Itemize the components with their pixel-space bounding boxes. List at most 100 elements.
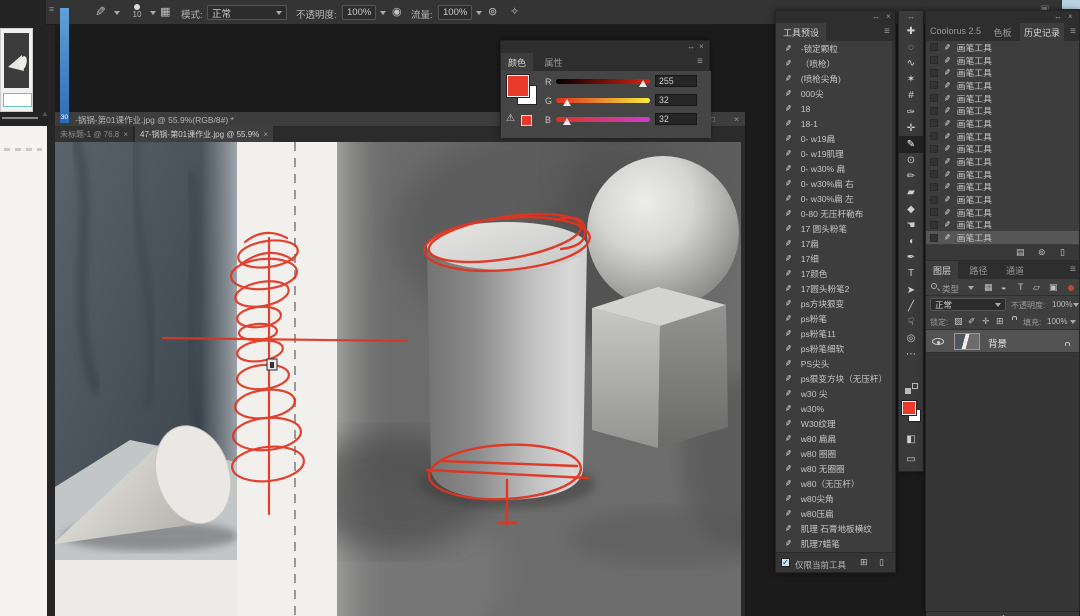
- preset-item[interactable]: ✎ w30%: [776, 401, 892, 416]
- smoothing-icon[interactable]: ✧: [510, 5, 519, 18]
- preset-item[interactable]: ✎ -锁定颗粒: [776, 41, 892, 56]
- history-entry[interactable]: ✎ 画笔工具: [926, 206, 1079, 219]
- layer-visibility-eye-icon[interactable]: [932, 338, 944, 345]
- history-entry[interactable]: ✎ 画笔工具: [926, 54, 1079, 67]
- collapse-icon[interactable]: ↔: [687, 41, 695, 53]
- delete-preset-icon[interactable]: ▯: [879, 557, 884, 568]
- history-source-well[interactable]: [930, 56, 938, 64]
- tab-layers[interactable]: 图层: [926, 261, 958, 281]
- lock-pixels-icon[interactable]: ✐: [968, 316, 976, 327]
- collapse-icon[interactable]: ↔: [1054, 11, 1062, 23]
- preset-item[interactable]: ✎ 17扁: [776, 236, 892, 251]
- tool-button[interactable]: ◎: [899, 331, 923, 347]
- preset-item[interactable]: ✎ PS尖头: [776, 356, 892, 371]
- tab-tool-presets[interactable]: 工具预设: [776, 23, 826, 43]
- tool-button[interactable]: ╱: [899, 298, 923, 314]
- g-slider-thumb[interactable]: [563, 99, 571, 106]
- preset-item[interactable]: ✎ 0- w30%扁 左: [776, 191, 892, 206]
- history-source-well[interactable]: [930, 132, 938, 140]
- history-source-well[interactable]: [930, 119, 938, 127]
- preset-item[interactable]: ✎ ps方块狠变: [776, 296, 892, 311]
- tab-channels[interactable]: 通道: [999, 261, 1031, 281]
- tool-button[interactable]: ➤: [899, 282, 923, 298]
- gamut-color-swatch[interactable]: [521, 115, 532, 126]
- history-source-well[interactable]: [930, 158, 938, 166]
- reference-thumbnail[interactable]: [4, 33, 29, 88]
- tool-button[interactable]: T: [899, 266, 923, 282]
- preset-item[interactable]: ✎ w80 无圈圈: [776, 461, 892, 476]
- history-source-well[interactable]: [930, 107, 938, 115]
- filter-type-label[interactable]: 类型: [942, 283, 959, 295]
- tool-button[interactable]: ▰: [899, 185, 923, 201]
- history-entry[interactable]: ✎ 画笔工具: [926, 79, 1079, 92]
- foreground-color-well[interactable]: [902, 401, 916, 415]
- tab-swatches[interactable]: 色板: [989, 23, 1015, 43]
- preset-item[interactable]: ✎ 0- w19扁: [776, 131, 892, 146]
- pressure-opacity-icon[interactable]: ◉: [392, 5, 402, 18]
- preset-item[interactable]: ✎ 0- w19肌理: [776, 146, 892, 161]
- preset-item[interactable]: ✎ w80 扁扁: [776, 431, 892, 446]
- opacity-caret-icon[interactable]: [380, 11, 386, 15]
- history-entry[interactable]: ✎ 画笔工具: [926, 231, 1079, 244]
- history-source-well[interactable]: [930, 221, 938, 229]
- filter-shape-icon[interactable]: ▱: [1033, 282, 1040, 293]
- tool-button[interactable]: ◆: [899, 201, 923, 217]
- history-entry[interactable]: ✎ 画笔工具: [926, 193, 1079, 206]
- history-source-well[interactable]: [930, 208, 938, 216]
- tool-button[interactable]: ☟: [899, 314, 923, 330]
- layer-opacity-value[interactable]: 100%: [1052, 300, 1072, 309]
- canvas-area[interactable]: [55, 142, 741, 616]
- current-tool-only-checkbox[interactable]: ✓: [781, 558, 790, 567]
- tab-untitled-1[interactable]: 未标题-1 @ 76.8%(RGB/8) * ×: [55, 126, 134, 142]
- window-close-button[interactable]: ×: [734, 114, 739, 124]
- opacity-input[interactable]: 100%: [342, 5, 376, 20]
- history-source-well[interactable]: [930, 234, 938, 242]
- history-entry[interactable]: ✎ 画笔工具: [926, 168, 1079, 181]
- tab-coolorus[interactable]: Coolorus 2.5: [926, 23, 985, 40]
- history-source-well[interactable]: [930, 81, 938, 89]
- panel-menu-icon[interactable]: ≡: [49, 4, 54, 14]
- lock-artboard-icon[interactable]: ⊞: [996, 316, 1004, 327]
- preset-item[interactable]: ✎ W30纹理: [776, 416, 892, 431]
- blend-mode-select[interactable]: 正常: [207, 5, 287, 20]
- panel-menu-icon[interactable]: ≡: [697, 56, 703, 67]
- history-source-well[interactable]: [930, 69, 938, 77]
- close-icon[interactable]: ×: [886, 11, 891, 23]
- tool-button[interactable]: #: [899, 88, 923, 104]
- flow-caret-icon[interactable]: [476, 11, 482, 15]
- new-snapshot-icon[interactable]: ⊚: [1038, 247, 1046, 258]
- opacity-caret-icon[interactable]: [1073, 303, 1079, 307]
- close-icon[interactable]: ×: [699, 41, 704, 53]
- close-icon[interactable]: ×: [1068, 11, 1073, 23]
- history-entry[interactable]: ✎ 画笔工具: [926, 155, 1079, 168]
- preset-item[interactable]: ✎ 0- w30%扁 右: [776, 176, 892, 191]
- brush-preset-caret-icon[interactable]: [150, 11, 156, 15]
- collapse-icon[interactable]: ↔: [899, 11, 923, 23]
- preset-item[interactable]: ✎ 000尖: [776, 86, 892, 101]
- history-entry[interactable]: ✎ 画笔工具: [926, 66, 1079, 79]
- lock-position-icon[interactable]: ✛: [982, 316, 990, 327]
- airbrush-icon[interactable]: ⊚: [488, 5, 497, 18]
- collapse-icon[interactable]: ↔: [872, 11, 880, 23]
- blue-ruler-strip[interactable]: 30: [60, 8, 69, 123]
- tab-properties[interactable]: 属性: [537, 53, 569, 73]
- preset-item[interactable]: ✎ ps粉笔: [776, 311, 892, 326]
- tool-button[interactable]: ⋯: [899, 347, 923, 363]
- preset-item[interactable]: ✎ 0- w30% 扁: [776, 161, 892, 176]
- tool-button[interactable]: ✎: [899, 136, 923, 152]
- history-entry[interactable]: ✎ 画笔工具: [926, 143, 1079, 156]
- tab-history[interactable]: 历史记录: [1020, 23, 1064, 43]
- history-entry[interactable]: ✎ 画笔工具: [926, 41, 1079, 54]
- history-source-well[interactable]: [930, 170, 938, 178]
- history-entry[interactable]: ✎ 画笔工具: [926, 92, 1079, 105]
- brush-tool-option-icon[interactable]: ✎: [95, 4, 106, 20]
- quick-mask-button[interactable]: ◧: [899, 431, 923, 447]
- preset-item[interactable]: ✎ ps狠变方块（无压杆）: [776, 371, 892, 386]
- tool-button[interactable]: ✶: [899, 72, 923, 88]
- layer-blend-mode-select[interactable]: 正常: [930, 298, 1006, 311]
- tool-button[interactable]: ✏: [899, 169, 923, 185]
- panel-menu-icon[interactable]: ≡: [884, 26, 890, 37]
- r-slider-thumb[interactable]: [639, 80, 647, 87]
- tab-color[interactable]: 颜色: [501, 53, 533, 73]
- history-source-well[interactable]: [930, 196, 938, 204]
